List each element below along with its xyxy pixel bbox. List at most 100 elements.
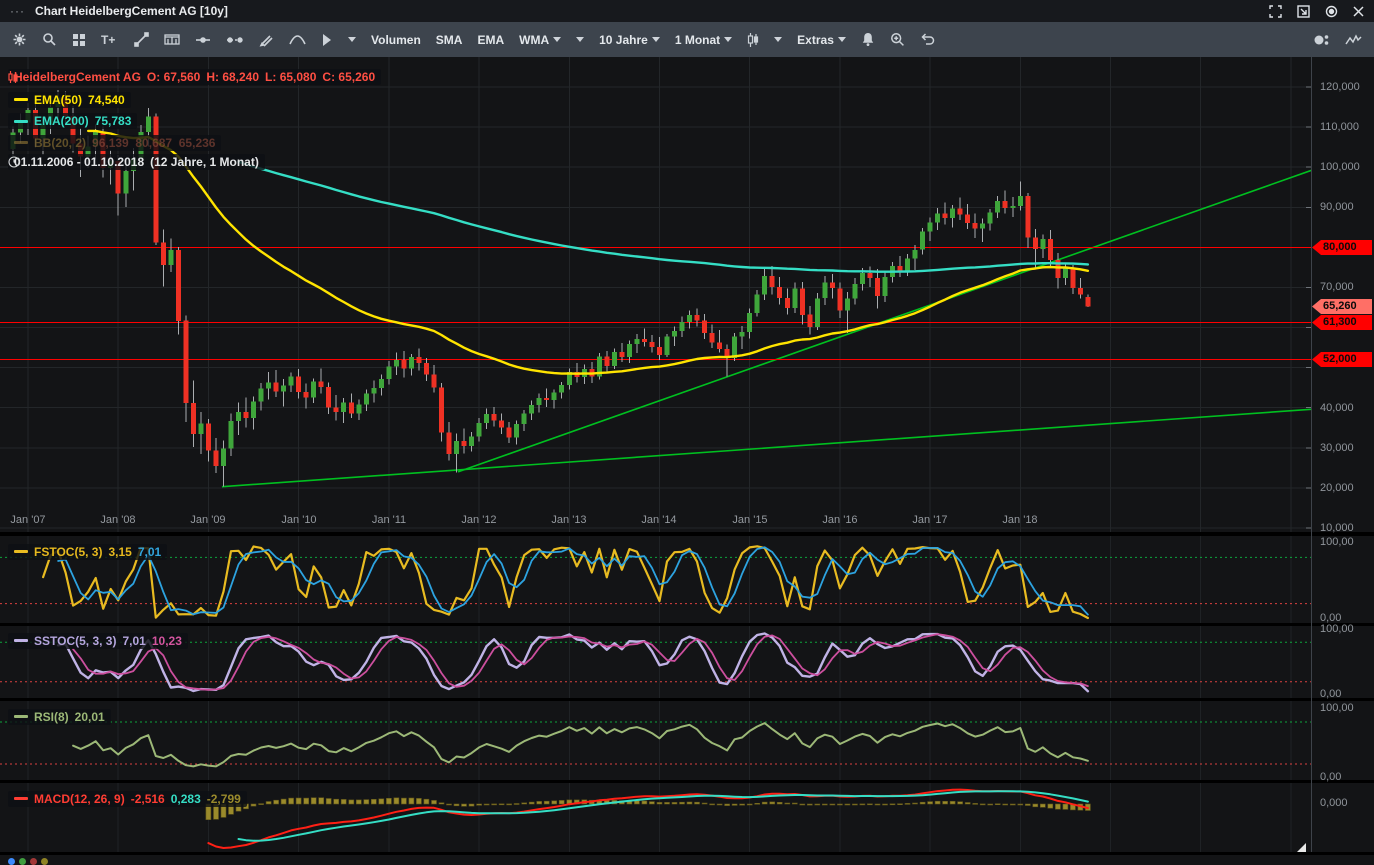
ema50-legend-value: 74,540 bbox=[88, 93, 125, 107]
interval-dropdown-icon[interactable] bbox=[724, 37, 732, 42]
price-level-tag[interactable]: 61,300 bbox=[1312, 315, 1372, 330]
timeframe-label: 10 Jahre bbox=[599, 33, 648, 47]
ohlc-close: C: 65,260 bbox=[322, 70, 375, 84]
chart-area[interactable]: HeidelbergCement AG O: 67,560 H: 68,240 … bbox=[0, 57, 1374, 865]
fstoc-value-1: 3,15 bbox=[108, 545, 131, 559]
search-icon[interactable] bbox=[42, 32, 57, 47]
ema50-legend-swatch bbox=[14, 98, 28, 101]
fibonacci-tool-icon[interactable] bbox=[164, 32, 180, 47]
interval-select[interactable]: 1 Monat bbox=[675, 33, 732, 47]
pane-separator[interactable] bbox=[0, 780, 1374, 783]
chart-toolbar: T+ Volumen SMA EMA WMA bbox=[0, 22, 1374, 57]
window-menu-icon[interactable]: ··· bbox=[10, 4, 25, 18]
page-dot[interactable] bbox=[41, 858, 48, 865]
extras-button[interactable]: Extras bbox=[797, 33, 846, 47]
pane-separator[interactable] bbox=[0, 852, 1374, 855]
brush-tool-icon[interactable] bbox=[259, 32, 274, 47]
rsi-line bbox=[73, 723, 1088, 766]
page-dot[interactable] bbox=[19, 858, 26, 865]
bb-legend-values: 96,139 80,687 65,236 bbox=[92, 136, 215, 150]
indicator-axis-label: 0,000 bbox=[1320, 797, 1372, 809]
layout-grid-icon[interactable] bbox=[72, 33, 86, 47]
horizontal-line-tool-icon[interactable] bbox=[195, 35, 211, 45]
rsi-swatch bbox=[14, 715, 28, 718]
instrument-name[interactable]: HeidelbergCement AG bbox=[14, 70, 141, 84]
sstoc-legend: SSTOC(5, 3, 3) 7,01 10,23 bbox=[8, 629, 188, 649]
ema200-legend-name[interactable]: EMA(200) bbox=[34, 114, 89, 128]
sstoc-k-line bbox=[58, 634, 1088, 692]
alert-bell-icon[interactable] bbox=[861, 32, 875, 47]
objects-icon[interactable] bbox=[1313, 33, 1330, 47]
sstoc-value-2: 10,23 bbox=[152, 634, 182, 648]
indicator-list-icon[interactable] bbox=[1345, 34, 1362, 46]
volumen-button[interactable]: Volumen bbox=[371, 33, 421, 47]
pane-separator[interactable] bbox=[0, 532, 1374, 536]
ema50-legend-name[interactable]: EMA(50) bbox=[34, 93, 82, 107]
macd-signal-line bbox=[239, 791, 1088, 840]
price-levels[interactable] bbox=[0, 247, 1311, 359]
rsi-legend: RSI(8) 20,01 bbox=[8, 705, 111, 725]
record-icon[interactable] bbox=[1325, 5, 1338, 18]
y-axis-label: 120,000 bbox=[1320, 81, 1372, 93]
ohlc-open: O: 67,560 bbox=[147, 70, 200, 84]
pointer-tool-icon[interactable] bbox=[321, 33, 333, 47]
y-axis-label: 100,000 bbox=[1320, 161, 1372, 173]
trendlines[interactable] bbox=[222, 170, 1311, 486]
fstoc-panel[interactable] bbox=[0, 536, 1311, 623]
page-dot[interactable] bbox=[30, 858, 37, 865]
trendline-tool-icon[interactable] bbox=[134, 32, 149, 47]
tools-dropdown-icon[interactable] bbox=[348, 37, 356, 42]
close-icon[interactable] bbox=[1353, 6, 1364, 17]
fullscreen-icon[interactable] bbox=[1269, 5, 1282, 18]
rsi-name[interactable]: RSI(8) bbox=[34, 710, 69, 724]
window-titlebar: ··· Chart HeidelbergCement AG [10y] bbox=[0, 0, 1374, 22]
y-axis-label: 30,000 bbox=[1320, 442, 1372, 454]
indicator-axis-label: 100,00 bbox=[1320, 536, 1372, 548]
price-axis[interactable] bbox=[1311, 57, 1312, 852]
rsi-panel[interactable] bbox=[0, 701, 1311, 780]
price-level-tag[interactable]: 52,000 bbox=[1312, 352, 1372, 367]
fstoc-name[interactable]: FSTOC(5, 3) bbox=[34, 545, 102, 559]
chart-type-dropdown-icon[interactable] bbox=[774, 37, 782, 42]
pane-separator[interactable] bbox=[0, 623, 1374, 626]
extras-dropdown-icon[interactable] bbox=[838, 37, 846, 42]
interval-label: 1 Monat bbox=[675, 33, 720, 47]
fstoc-swatch bbox=[14, 550, 28, 553]
timeframe-select[interactable]: 10 Jahre bbox=[599, 33, 660, 47]
wma-dropdown-icon[interactable] bbox=[553, 37, 561, 42]
bb-legend-name[interactable]: BB(20, 2) bbox=[34, 136, 86, 150]
chart-type-button[interactable] bbox=[747, 32, 759, 48]
sstoc-panel[interactable] bbox=[0, 626, 1311, 698]
macd-value-1: -2,516 bbox=[131, 792, 165, 806]
macd-histogram bbox=[206, 798, 1091, 820]
price-level-tag[interactable]: 80,000 bbox=[1312, 240, 1372, 255]
macd-value-2: 0,283 bbox=[171, 792, 201, 806]
last-price-tag: 65,260 bbox=[1312, 299, 1372, 314]
arc-tool-icon[interactable] bbox=[289, 34, 306, 45]
undo-icon[interactable] bbox=[920, 33, 935, 46]
sstoc-name[interactable]: SSTOC(5, 3, 3) bbox=[34, 634, 116, 648]
ema-button[interactable]: EMA bbox=[477, 33, 504, 47]
page-dot[interactable] bbox=[8, 858, 15, 865]
fstoc-legend: FSTOC(5, 3) 3,15 7,01 bbox=[8, 540, 167, 560]
settings-icon[interactable] bbox=[12, 32, 27, 47]
pane-separator[interactable] bbox=[0, 698, 1374, 701]
resize-handle[interactable] bbox=[1297, 843, 1306, 852]
sma-button[interactable]: SMA bbox=[436, 33, 463, 47]
ohlc-low: L: 65,080 bbox=[265, 70, 316, 84]
wma-button[interactable]: WMA bbox=[519, 33, 561, 47]
clock-icon bbox=[8, 156, 20, 168]
macd-name[interactable]: MACD(12, 26, 9) bbox=[34, 792, 125, 806]
macd-value-3: -2,799 bbox=[207, 792, 241, 806]
svg-text:T+: T+ bbox=[101, 33, 115, 47]
zoom-in-icon[interactable] bbox=[890, 32, 905, 47]
extras-label: Extras bbox=[797, 33, 834, 47]
text-tool-icon[interactable]: T+ bbox=[101, 33, 119, 47]
timeframe-dropdown-icon[interactable] bbox=[652, 37, 660, 42]
pop-in-icon[interactable] bbox=[1297, 5, 1310, 18]
measure-tool-icon[interactable] bbox=[226, 35, 244, 45]
visible-range-detail: (12 Jahre, 1 Monat) bbox=[150, 155, 259, 169]
wma-label: WMA bbox=[519, 33, 549, 47]
page-dots bbox=[8, 858, 48, 865]
indicator-dropdown-icon[interactable] bbox=[576, 37, 584, 42]
